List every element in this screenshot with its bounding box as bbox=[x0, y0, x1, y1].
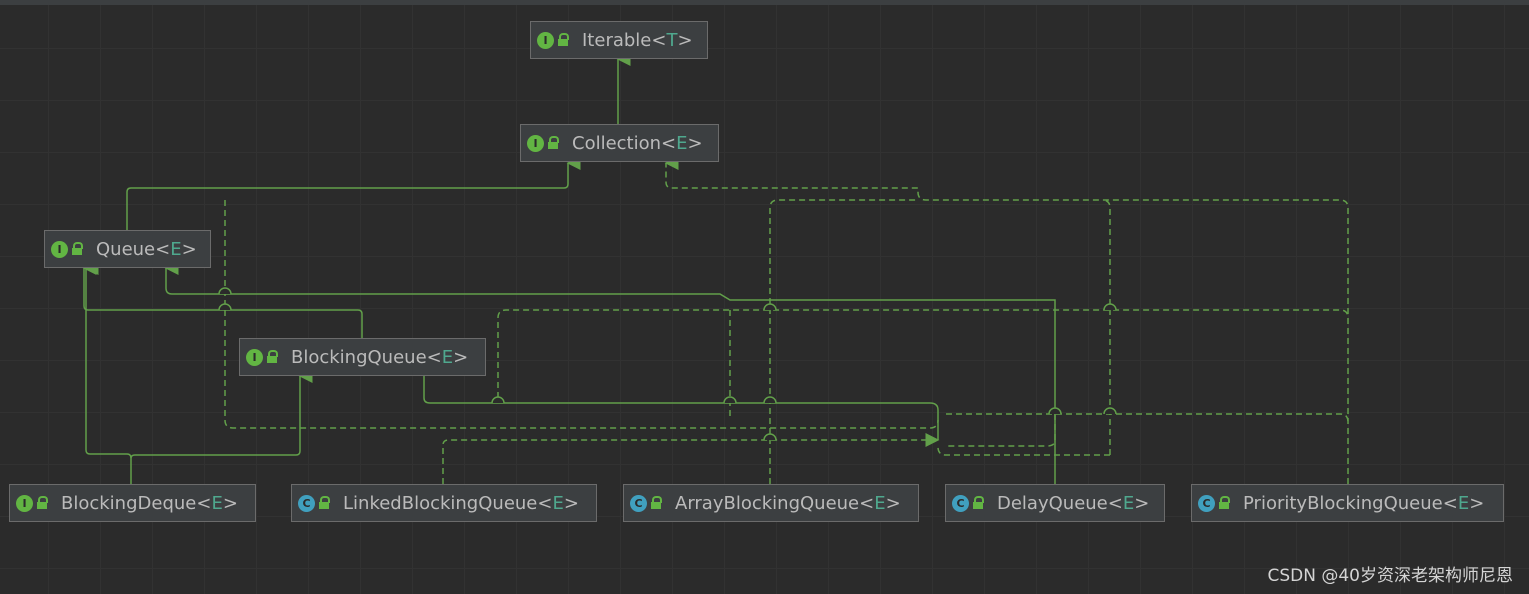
crossing-hop bbox=[1103, 303, 1117, 311]
public-access-icon bbox=[651, 496, 663, 510]
crossing-hop bbox=[218, 303, 232, 311]
interface-icon: I bbox=[51, 240, 68, 258]
type-bracket-close: > bbox=[1134, 492, 1150, 514]
edge-linkedbq-implements-queue bbox=[497, 309, 1349, 398]
public-access-icon bbox=[37, 496, 49, 510]
type-parameter: E bbox=[170, 238, 182, 260]
type-parameter: E bbox=[211, 492, 223, 514]
class-icon: C bbox=[1198, 494, 1215, 512]
type-bracket-open: < bbox=[661, 132, 677, 154]
interface-icon: I bbox=[246, 348, 263, 366]
crossing-hop bbox=[723, 396, 737, 404]
node-delayqueue[interactable]: C DelayQueue < E > bbox=[945, 484, 1165, 522]
node-arrayblockingqueue[interactable]: C ArrayBlockingQueue < E > bbox=[623, 484, 919, 522]
edge-blockingqueue-extends-queue bbox=[82, 261, 363, 338]
public-access-icon bbox=[267, 350, 279, 364]
crossing-hop bbox=[763, 433, 777, 441]
type-bracket-close: > bbox=[1469, 492, 1485, 514]
type-bracket-close: > bbox=[687, 132, 703, 154]
edge-blockingqueue-impl-trunk bbox=[423, 376, 940, 447]
node-priorityblockingqueue[interactable]: C PriorityBlockingQueue < E > bbox=[1191, 484, 1504, 522]
node-label: DelayQueue bbox=[997, 492, 1108, 514]
node-label: Collection bbox=[572, 132, 662, 154]
type-parameter: E bbox=[676, 132, 688, 154]
node-label: LinkedBlockingQueue bbox=[343, 492, 538, 514]
node-iterable[interactable]: I Iterable < T > bbox=[530, 21, 708, 59]
edge-blockingdeque-extends-queue bbox=[84, 261, 132, 484]
interface-icon: I bbox=[527, 134, 544, 152]
public-access-icon bbox=[973, 496, 985, 510]
public-access-icon bbox=[319, 496, 331, 510]
type-bracket-open: < bbox=[1442, 492, 1458, 514]
node-label: PriorityBlockingQueue bbox=[1243, 492, 1443, 514]
node-label: BlockingDeque bbox=[61, 492, 197, 514]
class-icon: C bbox=[952, 494, 969, 512]
edge-linkedbq-implements-collection bbox=[224, 200, 939, 429]
type-parameter: E bbox=[1122, 492, 1135, 514]
type-bracket-close: > bbox=[677, 29, 693, 51]
node-queue[interactable]: I Queue < E > bbox=[44, 230, 211, 268]
public-access-icon bbox=[1219, 496, 1231, 510]
type-bracket-open: < bbox=[426, 346, 442, 368]
edge-arraybq-implements-collection bbox=[769, 199, 918, 484]
crossing-hop bbox=[1103, 407, 1117, 415]
node-blockingqueue[interactable]: I BlockingQueue < E > bbox=[239, 338, 486, 376]
type-bracket-open: < bbox=[859, 492, 875, 514]
node-collection[interactable]: I Collection < E > bbox=[520, 124, 719, 162]
type-parameter: T bbox=[666, 29, 678, 51]
edge-dq-loop bbox=[937, 446, 1110, 456]
type-bracket-close: > bbox=[885, 492, 901, 514]
type-bracket-close: > bbox=[563, 492, 579, 514]
type-bracket-open: < bbox=[196, 492, 212, 514]
type-parameter: E bbox=[441, 346, 454, 368]
node-label: ArrayBlockingQueue bbox=[675, 492, 860, 514]
crossing-hop bbox=[763, 396, 777, 404]
type-bracket-close: > bbox=[453, 346, 469, 368]
edge-delayqueue-implements-blockingqueue bbox=[946, 414, 1056, 447]
crossing-hop bbox=[1048, 407, 1062, 415]
edge-blockingdeque-extends-blockingqueue bbox=[130, 369, 313, 459]
edge-queue-extends-collection bbox=[126, 156, 581, 230]
crossing-hop bbox=[491, 396, 505, 404]
type-bracket-open: < bbox=[1107, 492, 1123, 514]
interface-icon: I bbox=[16, 494, 33, 512]
type-bracket-open: < bbox=[537, 492, 553, 514]
type-bracket-open: < bbox=[155, 238, 171, 260]
edge-delayqueue-implements-collection bbox=[1101, 199, 1111, 455]
type-bracket-close: > bbox=[181, 238, 197, 260]
type-parameter: E bbox=[874, 492, 886, 514]
type-parameter: E bbox=[1457, 492, 1470, 514]
type-bracket-close: > bbox=[222, 492, 238, 514]
interface-icon: I bbox=[537, 31, 554, 49]
edge-linkedbq-implements-blockingqueue bbox=[442, 439, 930, 484]
class-icon: C bbox=[630, 494, 647, 512]
public-access-icon bbox=[72, 242, 84, 256]
node-label: BlockingQueue bbox=[291, 346, 427, 368]
node-label: Iterable bbox=[582, 29, 652, 51]
crossing-hop bbox=[218, 287, 232, 295]
watermark: CSDN @40岁资深老架构师尼恩 bbox=[1267, 566, 1513, 586]
node-blockingdeque[interactable]: I BlockingDeque < E > bbox=[9, 484, 256, 522]
node-label: Queue bbox=[96, 238, 156, 260]
class-icon: C bbox=[298, 494, 315, 512]
type-parameter: E bbox=[552, 492, 564, 514]
crossing-hop bbox=[763, 303, 777, 311]
node-linkedblockingqueue[interactable]: C LinkedBlockingQueue < E > bbox=[291, 484, 597, 522]
public-access-icon bbox=[558, 33, 570, 47]
edge-prioritybq-implements-blockingqueue bbox=[946, 413, 1349, 423]
public-access-icon bbox=[548, 136, 560, 150]
type-bracket-open: < bbox=[651, 29, 667, 51]
